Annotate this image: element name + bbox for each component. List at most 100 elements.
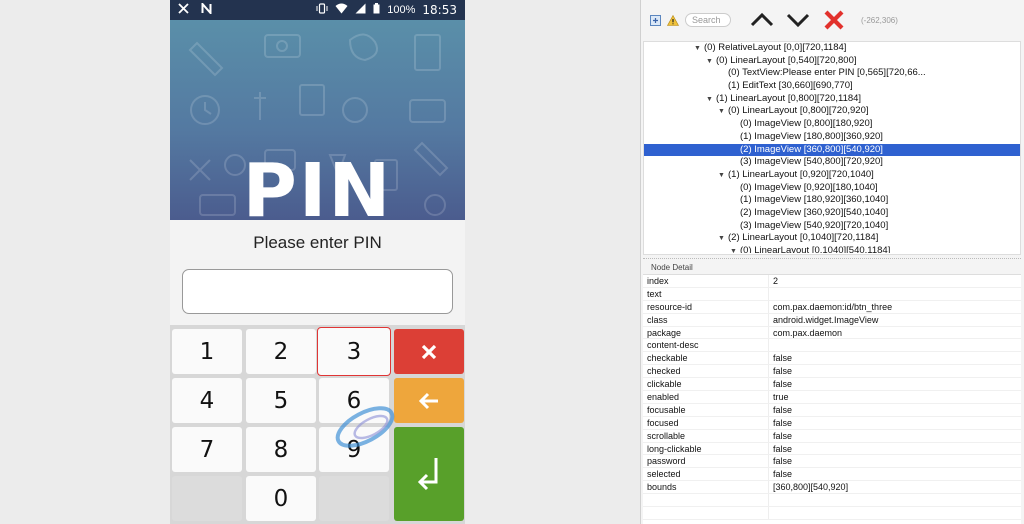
battery-icon	[373, 3, 380, 17]
detail-key: index	[643, 275, 769, 287]
detail-value: false	[773, 417, 793, 428]
key-blank-right	[319, 476, 389, 521]
tree-node[interactable]: ▼ (2) LinearLayout [0,1040][720,1184]	[644, 232, 1020, 245]
detail-row: index 2	[643, 275, 1021, 288]
chevron-up-icon	[750, 12, 774, 27]
detail-value	[769, 507, 1021, 519]
tree-node[interactable]: (1) ImageView [180,800][360,920]	[644, 131, 1020, 144]
hero-title: PIN	[242, 148, 393, 220]
tree-node[interactable]: (0) ImageView [0,800][180,920]	[644, 118, 1020, 131]
detail-key: focusable	[643, 403, 769, 416]
detail-value: [360,800][540,920]	[773, 482, 849, 493]
battery-level: 100%	[387, 4, 416, 16]
tree-node[interactable]: ▼ (0) LinearLayout [0,1040][540,1184]	[644, 245, 1020, 253]
detail-row: selected false	[643, 468, 1021, 482]
detail-row: focusable false	[643, 403, 1021, 417]
detail-value: false	[773, 379, 793, 390]
node-detail-table: index 2 text resource-id com.pax.daemon:id/b…	[643, 274, 1021, 524]
key-7[interactable]: 7	[172, 427, 242, 472]
key-1[interactable]: 1	[172, 329, 242, 374]
key-blank-left	[172, 476, 242, 521]
tree-node[interactable]: (0) ImageView [0,920][180,1040]	[644, 182, 1020, 195]
pin-header-banner: PIN	[170, 20, 465, 220]
detail-value: false	[773, 404, 793, 415]
detail-key: class	[643, 313, 769, 326]
detail-value: 2	[773, 276, 779, 286]
tree-node-label: (0) TextView:Please enter PIN [0,565][72…	[728, 67, 926, 79]
close-icon	[824, 10, 844, 30]
detail-value	[769, 288, 1021, 300]
detail-value	[769, 339, 1021, 351]
detail-key: package	[643, 326, 769, 339]
detail-value: false	[773, 366, 793, 377]
detail-value: false	[773, 353, 793, 364]
tree-node[interactable]: (1) EditText [30,660][690,770]	[644, 80, 1020, 93]
detail-row: resource-id com.pax.daemon:id/btn_three	[643, 300, 1021, 314]
detail-key: scrollable	[643, 429, 769, 442]
tree-toggle-icon[interactable]: ▼	[730, 246, 740, 253]
next-button[interactable]	[783, 8, 813, 32]
detail-value: true	[773, 392, 789, 403]
key-5[interactable]: 5	[246, 378, 316, 423]
tree-node[interactable]: (3) ImageView [540,920][720,1040]	[644, 220, 1020, 233]
key-2[interactable]: 2	[246, 329, 316, 374]
warning-icon[interactable]	[667, 14, 679, 26]
previous-button[interactable]	[747, 8, 777, 32]
expand-all-icon[interactable]	[649, 14, 661, 26]
detail-value: com.pax.daemon	[773, 327, 843, 338]
tree-node-label: (2) ImageView [360,920][540,1040]	[740, 206, 889, 218]
tree-node-label: (3) ImageView [540,800][720,920]	[740, 156, 883, 168]
detail-row: checked false	[643, 365, 1021, 379]
tree-node[interactable]: (2) ImageView [360,800][540,920]	[644, 143, 1020, 157]
tree-node[interactable]: (3) ImageView [540,800][720,920]	[644, 156, 1020, 169]
tree-node[interactable]: ▼ (0) LinearLayout [0,540][720,800]	[644, 55, 1020, 68]
detail-key: long-clickable	[643, 442, 769, 455]
detail-row: focused false	[643, 416, 1021, 430]
tree-node-label: (1) ImageView [180,920][360,1040]	[740, 194, 889, 206]
tree-node[interactable]: ▼ (0) RelativeLayout [0,0][720,1184]	[644, 42, 1020, 55]
tree-node[interactable]: ▼ (1) LinearLayout [0,920][720,1040]	[644, 169, 1020, 182]
detail-value: com.pax.daemon:id/btn_three	[773, 301, 893, 312]
tree-node[interactable]: (2) ImageView [360,920][540,1040]	[644, 207, 1020, 220]
detail-key: text	[643, 287, 769, 300]
search-input[interactable]: Search	[685, 13, 731, 27]
clear-search-button[interactable]	[819, 8, 849, 32]
vibrate-icon	[316, 3, 328, 17]
tree-node-label: (2) ImageView [360,800][540,920]	[740, 143, 883, 155]
detail-row: password false	[643, 455, 1021, 469]
tools-icon	[178, 3, 189, 17]
pin-input[interactable]	[182, 269, 453, 314]
tree-node[interactable]: (1) ImageView [180,920][360,1040]	[644, 194, 1020, 207]
tree-node[interactable]: (0) TextView:Please enter PIN [0,565][72…	[644, 67, 1020, 80]
detail-key: checkable	[643, 352, 769, 365]
ui-inspector-panel: Search (-262,306) ▼ (0) RelativeLayout [0…	[640, 0, 1024, 524]
cursor-coordinates: (-262,306)	[861, 15, 898, 25]
detail-value: false	[773, 456, 793, 467]
detail-row: content-desc	[643, 339, 1021, 353]
key-8[interactable]: 8	[246, 427, 316, 472]
detail-key: enabled	[643, 391, 769, 403]
tree-node-label: (0) LinearLayout [0,800][720,920]	[728, 105, 869, 117]
hierarchy-tree[interactable]: ▼ (0) RelativeLayout [0,0][720,1184] ▼ (0) …	[643, 41, 1021, 255]
clock: 18:53	[422, 3, 457, 17]
tree-node[interactable]: ▼ (1) LinearLayout [0,800][720,1184]	[644, 93, 1020, 106]
detail-key: clickable	[643, 378, 769, 391]
detail-key	[643, 494, 769, 507]
key-3[interactable]: 3	[317, 327, 391, 376]
tree-node-label: (0) RelativeLayout [0,0][720,1184]	[704, 42, 847, 53]
detail-row-empty	[643, 494, 1021, 508]
detail-key: focused	[643, 416, 769, 429]
tree-node-label: (0) LinearLayout [0,1040][540,1184]	[740, 245, 891, 253]
status-bar: 100% 18:53	[170, 0, 465, 20]
key-4[interactable]: 4	[172, 378, 242, 423]
tree-node-label: (2) LinearLayout [0,1040][720,1184]	[728, 232, 879, 244]
detail-row: checkable false	[643, 352, 1021, 366]
cancel-button[interactable]	[394, 329, 464, 374]
key-0[interactable]: 0	[246, 476, 316, 521]
tree-node[interactable]: ▼ (0) LinearLayout [0,800][720,920]	[644, 105, 1020, 118]
detail-key: content-desc	[643, 339, 769, 352]
detail-row: scrollable false	[643, 429, 1021, 443]
close-icon	[421, 344, 437, 359]
wifi-icon	[335, 3, 348, 17]
tree-node-label: (1) LinearLayout [0,800][720,1184]	[716, 92, 862, 104]
